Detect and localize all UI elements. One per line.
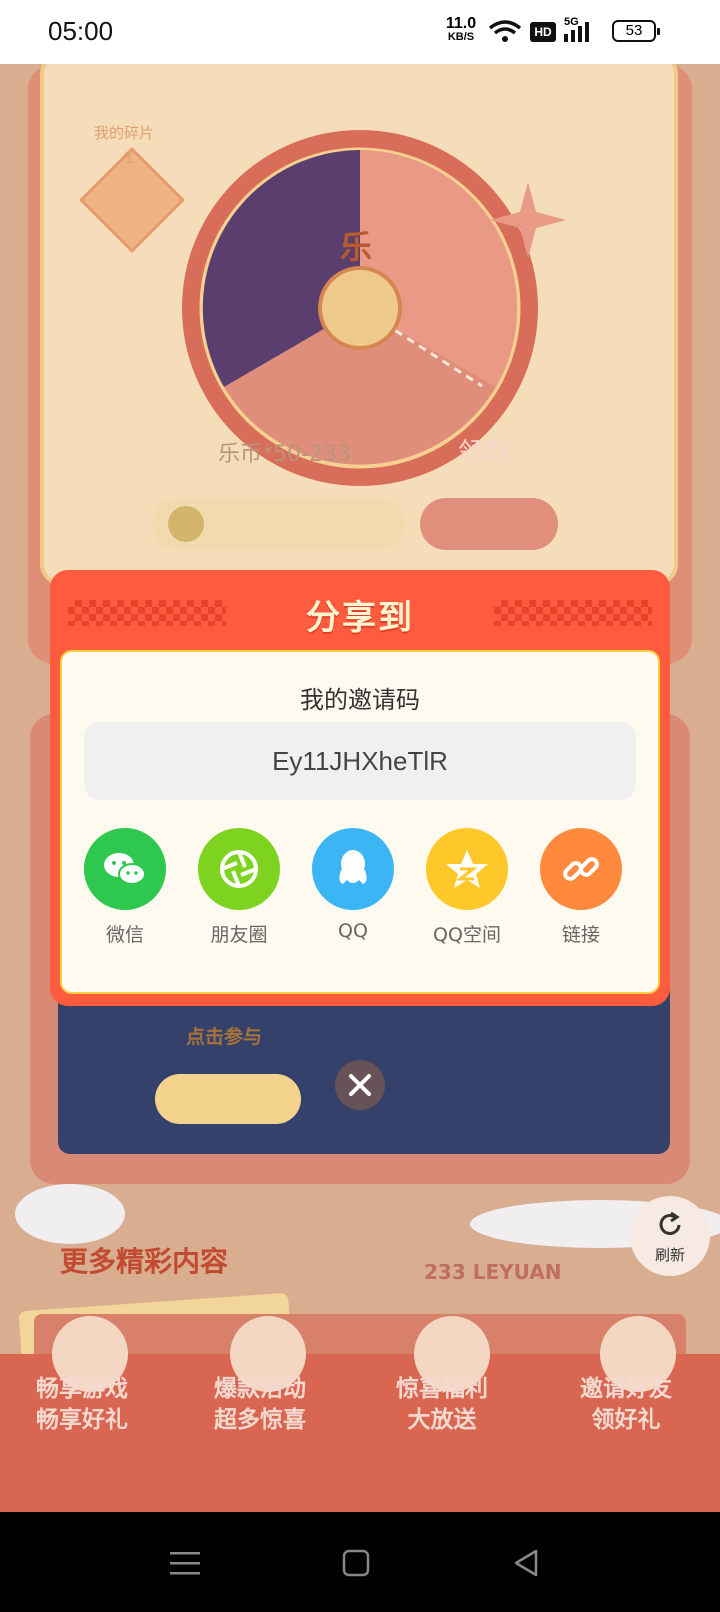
close-button[interactable]: [335, 1060, 385, 1110]
participate-button[interactable]: 点击参与: [186, 1022, 262, 1049]
banner-item-line1: 爆款活动: [214, 1376, 306, 1402]
qq-icon: [312, 828, 394, 910]
banner-item-line2: 领好礼: [591, 1407, 661, 1433]
claim-button[interactable]: 领取: [458, 432, 510, 469]
share-panel: 我的邀请码 Ey11JHXheTlR 微信 朋友圈 QQ QQ空间 链接: [60, 650, 660, 994]
share-moments-label: 朋友圈: [210, 924, 268, 946]
share-qzone-label: QQ空间: [433, 924, 501, 946]
link-icon: [540, 828, 622, 910]
close-icon: [349, 1074, 371, 1096]
more-content-title: 更多精彩内容: [60, 1245, 229, 1278]
battery-indicator: 53: [612, 20, 660, 42]
network-speed-value: 11.0: [445, 15, 477, 32]
share-qq-label: QQ: [338, 920, 368, 942]
share-qzone-button[interactable]: QQ空间: [422, 828, 512, 947]
back-icon[interactable]: [512, 1549, 540, 1577]
moments-icon: [198, 828, 280, 910]
share-wechat-label: 微信: [105, 924, 144, 946]
hd-icon: HD: [530, 22, 556, 42]
share-link-label: 链接: [561, 924, 600, 946]
cellular-signal-icon: [564, 22, 589, 42]
fragments-label: 我的碎片: [94, 124, 155, 142]
qzone-icon: [426, 828, 508, 910]
share-dialog: 分享到 我的邀请码 Ey11JHXheTlR 微信 朋友圈 QQ QQ空间 链接: [50, 570, 670, 1006]
system-nav-bar: [0, 1512, 720, 1612]
invite-code-field[interactable]: Ey11JHXheTlR: [84, 722, 636, 800]
banner-item-line2: 超多惊喜: [214, 1407, 306, 1433]
banner-item[interactable]: 邀请好友 领好礼: [566, 1374, 686, 1436]
share-link-button[interactable]: 链接: [536, 828, 626, 947]
status-time: 05:00: [48, 16, 114, 46]
refresh-icon: [659, 1211, 681, 1235]
wheel-center-label: 乐: [340, 228, 373, 266]
home-icon[interactable]: [342, 1549, 370, 1577]
invite-code-label: 我的邀请码: [300, 686, 420, 714]
banner-item[interactable]: 惊喜福利 大放送: [382, 1374, 502, 1436]
fragments-count: 1: [124, 148, 135, 167]
network-speed-unit: KB/S: [447, 31, 475, 43]
banner-item-line1: 惊喜福利: [396, 1376, 488, 1402]
network-speed: 11.0 KB/S: [443, 16, 479, 43]
refresh-label: 刷新: [654, 1246, 685, 1264]
share-moments-button[interactable]: 朋友圈: [194, 828, 284, 947]
banner-item-line1: 邀请好友: [580, 1376, 672, 1402]
banner-item-line2: 畅享好礼: [36, 1407, 128, 1433]
status-bar: 05:00 11.0 KB/S HD 5G 53: [0, 0, 720, 64]
wifi-icon: [488, 20, 522, 42]
menu-icon[interactable]: [170, 1550, 200, 1576]
banner-item-line1: 畅享游戏: [36, 1376, 128, 1402]
share-qq-button[interactable]: QQ: [308, 828, 398, 942]
share-wechat-button[interactable]: 微信: [80, 828, 170, 947]
dialog-title: 分享到: [306, 598, 414, 638]
reward-text: 乐币*50-233: [218, 442, 351, 467]
banner-item-line2: 大放送: [407, 1407, 477, 1433]
refresh-button[interactable]: 刷新: [630, 1196, 710, 1276]
banner-item[interactable]: 畅享游戏 畅享好礼: [22, 1374, 142, 1436]
brand-text: 233 LEYUAN: [424, 1260, 562, 1284]
wechat-icon: [84, 828, 166, 910]
banner-item[interactable]: 爆款活动 超多惊喜: [200, 1374, 320, 1436]
